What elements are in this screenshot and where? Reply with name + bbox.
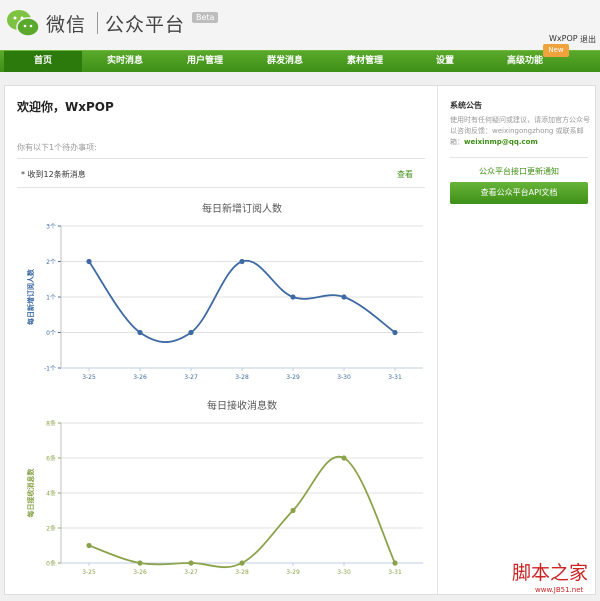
contact-email[interactable]: weixinmp@qq.com xyxy=(464,138,538,146)
divider xyxy=(17,158,425,159)
y-tick-label: 8条 xyxy=(46,420,56,428)
watermark-url: www.JB51.net xyxy=(535,586,584,594)
user-name-link[interactable]: WxPOP xyxy=(549,34,578,43)
x-tick-label: 3-28 xyxy=(235,374,249,381)
nav-item-user-management[interactable]: 用户管理 xyxy=(166,51,244,72)
data-point xyxy=(137,329,143,336)
api-update-link[interactable]: 公众平台接口更新通知 xyxy=(450,166,588,177)
y-axis-label: 每日接收消息数 xyxy=(26,468,35,518)
nav-item-realtime-messages[interactable]: 实时消息 xyxy=(86,51,164,72)
x-tick-label: 3-29 xyxy=(286,569,300,576)
chart-title: 每日新增订阅人数 xyxy=(202,202,282,215)
data-point xyxy=(188,329,194,336)
messages-chart: 每日接收消息数每日接收消息数0条2条4条6条8条3-25 3-26 3-27 3-28… xyxy=(26,399,423,576)
data-point xyxy=(239,258,245,265)
x-tick-label: 3-28 xyxy=(235,569,249,576)
y-tick-label: -1个 xyxy=(44,366,56,373)
header: 微信 公众平台 Beta WxPOP 退出 xyxy=(0,0,600,50)
chart-title: 每日接收消息数 xyxy=(207,399,277,412)
nav-item-settings[interactable]: 设置 xyxy=(406,51,484,72)
data-point xyxy=(239,560,245,566)
logo-subtitle: 公众平台 xyxy=(105,14,186,36)
todo-item: * 收到12条新消息 xyxy=(21,170,86,179)
announcement-title: 系统公告 xyxy=(450,101,482,110)
data-point xyxy=(341,294,347,300)
y-tick-label: 0个 xyxy=(46,330,56,337)
watermark-text: 脚本之家 xyxy=(512,562,589,584)
y-tick-label: 0条 xyxy=(46,560,56,568)
x-tick-label: 3-26 xyxy=(133,374,147,381)
x-tick-label: 3-30 xyxy=(337,569,351,576)
x-tick-label: 3-29 xyxy=(286,374,300,381)
divider xyxy=(450,157,588,158)
data-point xyxy=(188,560,194,566)
welcome-title: 欢迎你，WxPOP xyxy=(17,100,114,114)
x-tick-label: 3-30 xyxy=(337,374,351,381)
nav-item-materials[interactable]: 素材管理 xyxy=(326,51,404,72)
todo-view-link[interactable]: 查看 xyxy=(397,169,413,180)
y-tick-label: 3个 xyxy=(46,224,56,231)
x-tick-label: 3-27 xyxy=(184,569,198,576)
subscribers-chart: 每日新增订阅人数每日新增订阅人数-1个0个1个2个3个3-25 3-26 3-27 3… xyxy=(26,202,423,381)
data-point xyxy=(86,258,92,265)
beta-badge: Beta xyxy=(192,12,219,23)
y-tick-label: 1个 xyxy=(46,295,56,302)
data-point xyxy=(137,560,143,566)
y-tick-label: 2个 xyxy=(46,259,56,266)
data-point xyxy=(86,542,92,549)
series-line xyxy=(88,259,396,343)
main-panel: 欢迎你，WxPOP 你有以下1个待办事项: * 收到12条新消息 查看 每日新增… xyxy=(4,85,596,595)
nav-item-home[interactable]: 首页 xyxy=(4,51,82,72)
y-axis-label: 每日新增订阅人数 xyxy=(26,268,35,325)
y-tick-label: 6条 xyxy=(46,455,56,463)
api-docs-button[interactable]: 查看公众平台API文档 xyxy=(450,182,588,204)
y-tick-label: 4条 xyxy=(46,490,56,498)
y-tick-label: 2条 xyxy=(46,525,56,533)
data-point xyxy=(341,455,347,461)
logout-link[interactable]: 退出 xyxy=(580,34,596,45)
new-badge: New xyxy=(543,44,569,57)
logo-text: 微信 xyxy=(46,14,87,36)
logo-separator xyxy=(97,12,98,34)
x-tick-label: 3-31 xyxy=(388,569,402,576)
main-nav: 首页 实时消息 用户管理 群发消息 素材管理 设置 高级功能 xyxy=(0,50,600,72)
x-tick-label: 3-25 xyxy=(82,374,96,381)
data-point xyxy=(290,507,296,514)
x-tick-label: 3-26 xyxy=(133,569,147,576)
x-tick-label: 3-31 xyxy=(388,374,402,381)
data-point xyxy=(392,560,398,566)
todo-item-label: 收到12条新消息 xyxy=(27,170,86,179)
x-tick-label: 3-25 xyxy=(82,569,96,576)
announcement-text: 使用时有任何疑问或建议，请添加官方公众号以咨询反馈：weixingongzhon… xyxy=(450,115,590,148)
x-tick-label: 3-27 xyxy=(184,374,198,381)
todo-intro: 你有以下1个待办事项: xyxy=(17,143,97,152)
series-line xyxy=(88,455,396,569)
divider xyxy=(17,187,425,188)
nav-item-mass-messages[interactable]: 群发消息 xyxy=(246,51,324,72)
data-point xyxy=(290,294,296,300)
wechat-logo-icon[interactable] xyxy=(6,8,40,38)
panel-divider xyxy=(437,86,438,594)
data-point xyxy=(392,329,398,336)
